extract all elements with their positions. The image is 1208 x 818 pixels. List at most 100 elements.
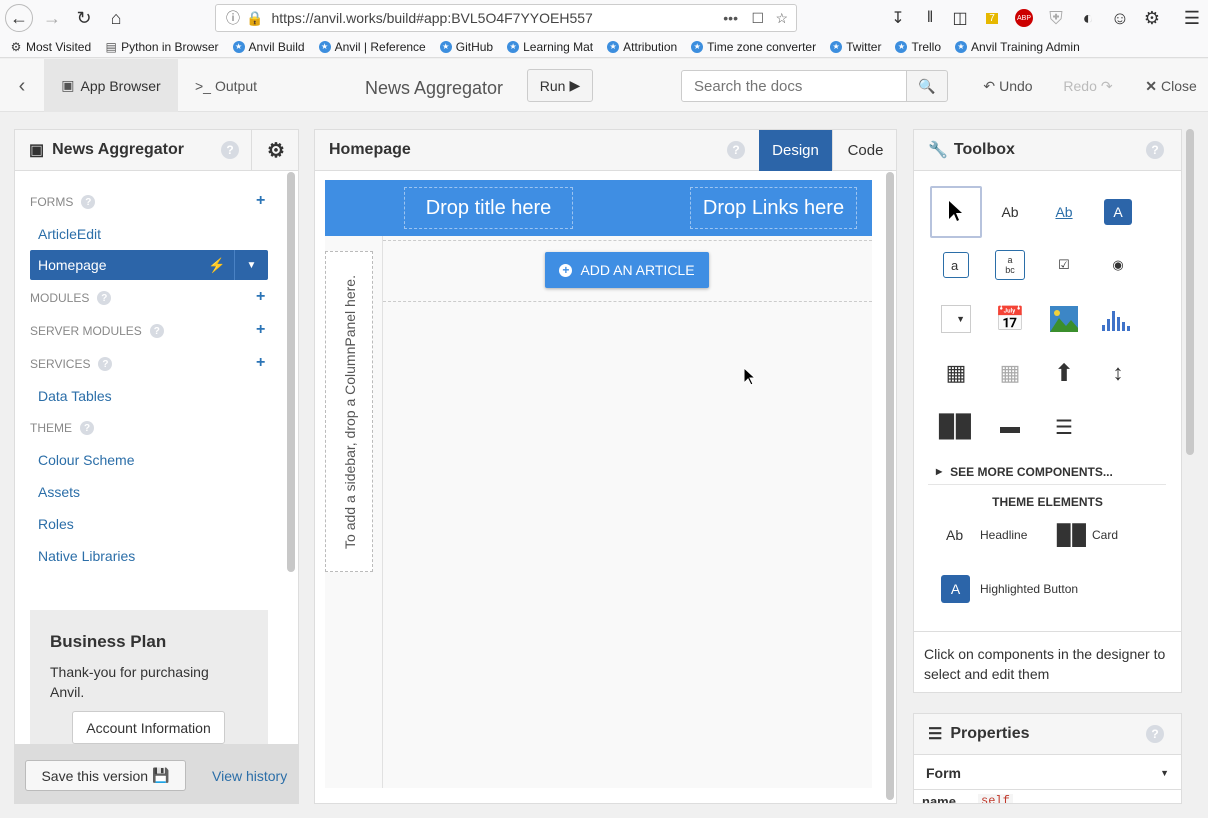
account-icon[interactable]: ☺: [1106, 4, 1134, 32]
help-icon[interactable]: ?: [221, 141, 239, 159]
linear-panel-tool-icon[interactable]: ☰: [1038, 401, 1090, 453]
extension-icon[interactable]: 7: [978, 4, 1006, 32]
theme-item-assets[interactable]: Assets: [38, 484, 80, 500]
sidebar-icon[interactable]: ◫: [946, 4, 974, 32]
bookmark-item[interactable]: ★ Time zone converter: [691, 40, 816, 54]
highlighted-button-tool[interactable]: Highlighted Button: [980, 582, 1078, 596]
pointer-tool-icon[interactable]: [930, 186, 982, 238]
redo-button[interactable]: Redo ↷: [1058, 73, 1118, 99]
more-icon[interactable]: •••: [723, 10, 738, 26]
drop-links-slot[interactable]: Drop Links here: [690, 187, 857, 229]
theme-item-native-libraries[interactable]: Native Libraries: [38, 548, 135, 564]
form-item-articleedit[interactable]: ArticleEdit: [38, 226, 101, 242]
help-icon[interactable]: ?: [97, 291, 112, 305]
bookmark-item[interactable]: ★ Attribution: [607, 40, 677, 54]
tab-design[interactable]: Design: [759, 130, 832, 171]
form-item-homepage[interactable]: Homepage ⚡ ▼: [30, 250, 268, 280]
bookmark-item[interactable]: ★ Anvil | Reference: [318, 39, 426, 54]
reload-icon[interactable]: ↻: [70, 4, 98, 32]
add-service-button[interactable]: +: [256, 354, 265, 372]
add-form-button[interactable]: +: [256, 192, 265, 210]
add-article-button[interactable]: + ADD AN ARTICLE: [545, 252, 709, 288]
app-browser-tab[interactable]: ▣ App Browser: [44, 59, 178, 112]
menu-icon[interactable]: ☰: [1178, 4, 1206, 32]
flow-panel-tool-icon[interactable]: ▬: [984, 401, 1036, 453]
bookmark-item[interactable]: ▤ Python in Browser: [105, 40, 218, 54]
shield-icon[interactable]: ⛨: [1042, 4, 1070, 32]
help-icon[interactable]: ?: [98, 357, 113, 371]
theme-item-roles[interactable]: Roles: [38, 516, 74, 532]
card-tool[interactable]: Card: [1092, 528, 1118, 542]
bookmark-item[interactable]: ★ Trello: [895, 40, 941, 54]
textarea-tool-icon[interactable]: a bc: [984, 239, 1036, 291]
help-icon[interactable]: ?: [149, 324, 164, 338]
bookmark-item[interactable]: ★ GitHub: [439, 40, 493, 54]
account-information-button[interactable]: Account Information: [72, 711, 225, 744]
gear-icon[interactable]: ⚙: [251, 130, 298, 171]
bookmark-item[interactable]: ★ Anvil Training Admin: [955, 40, 1080, 54]
button-tool-icon[interactable]: A: [1092, 186, 1144, 238]
scrollbar[interactable]: [287, 172, 295, 572]
bookmark-item[interactable]: ★ Twitter: [830, 40, 881, 54]
close-button[interactable]: ✕ Close: [1140, 73, 1202, 99]
spacer-tool-icon[interactable]: ↕: [1092, 347, 1144, 399]
back-icon[interactable]: ←: [5, 4, 33, 32]
label-tool-icon[interactable]: Ab: [984, 186, 1036, 238]
services-label: SERVICES: [30, 357, 91, 371]
image-tool-icon[interactable]: [1038, 293, 1090, 345]
datagrid-tool-icon[interactable]: ▦: [930, 347, 982, 399]
radio-tool-icon[interactable]: ◉: [1092, 239, 1144, 291]
checkbox-tool-icon[interactable]: ☑: [1038, 239, 1090, 291]
run-button[interactable]: Run ▶: [527, 69, 593, 102]
theme-item-colour-scheme[interactable]: Colour Scheme: [38, 452, 135, 468]
settings-icon[interactable]: ⚙: [1138, 4, 1166, 32]
caret-down-icon[interactable]: ▼: [234, 250, 268, 280]
calendar-tool-icon[interactable]: 📅: [984, 293, 1036, 345]
privacy-icon[interactable]: ◐: [1074, 4, 1102, 32]
bookmark-item[interactable]: ★ Learning Mat: [507, 40, 593, 54]
undo-button[interactable]: ↶ Undo: [976, 73, 1040, 99]
help-icon[interactable]: ?: [80, 421, 94, 435]
headline-tool[interactable]: Headline: [980, 528, 1027, 542]
help-icon[interactable]: ?: [727, 141, 745, 159]
docs-search-input[interactable]: [681, 70, 907, 102]
help-icon[interactable]: ?: [1146, 725, 1164, 743]
name-property-value[interactable]: self: [978, 794, 1013, 803]
add-server-module-button[interactable]: +: [256, 321, 265, 339]
service-item-data-tables[interactable]: Data Tables: [38, 388, 112, 404]
dropdown-tool-icon[interactable]: ▼: [930, 293, 982, 345]
plot-tool-icon[interactable]: [1092, 293, 1144, 345]
column-panel-tool-icon[interactable]: ▉▉: [930, 401, 982, 453]
bookmark-label: Anvil | Reference: [334, 39, 426, 54]
pocket-icon[interactable]: ☐: [751, 10, 764, 27]
save-version-button[interactable]: Save this version 💾: [25, 760, 186, 791]
url-bar[interactable]: ⓘ 🔒 https://anvil.works/build#app:BVL5O4…: [215, 4, 797, 32]
file-loader-tool-icon[interactable]: ⬆: [1038, 347, 1090, 399]
scrollbar[interactable]: [1186, 129, 1194, 455]
output-tab[interactable]: >_ Output: [186, 73, 266, 99]
drop-title-slot[interactable]: Drop title here: [404, 187, 573, 229]
home-icon[interactable]: ⌂: [102, 4, 130, 32]
bookmark-item[interactable]: ⚙ Most Visited: [10, 40, 92, 54]
bookmark-item[interactable]: ★ Anvil Build: [232, 40, 305, 54]
form-properties-section[interactable]: Form ▼: [914, 756, 1181, 790]
scrollbar[interactable]: [886, 172, 894, 800]
add-module-button[interactable]: +: [256, 288, 265, 306]
adblock-icon[interactable]: ABP: [1010, 4, 1038, 32]
repeating-panel-tool-icon[interactable]: ▦: [984, 347, 1036, 399]
help-icon[interactable]: ?: [81, 195, 96, 209]
back-chevron-icon[interactable]: ‹: [8, 73, 36, 99]
forms-label: FORMS: [30, 195, 74, 209]
library-icon[interactable]: ‖: [916, 4, 944, 32]
tab-code[interactable]: Code: [832, 130, 898, 171]
view-history-link[interactable]: View history: [212, 768, 287, 784]
forward-icon[interactable]: →: [38, 4, 66, 32]
help-icon[interactable]: ?: [1146, 141, 1164, 159]
textbox-tool-icon[interactable]: a: [930, 239, 982, 291]
sidebar-drop-slot[interactable]: To add a sidebar, drop a ColumnPanel her…: [325, 251, 373, 572]
download-icon[interactable]: ↧: [884, 4, 912, 32]
star-icon[interactable]: ☆: [775, 10, 788, 27]
search-icon[interactable]: 🔍: [906, 70, 948, 102]
link-tool-icon[interactable]: Ab: [1038, 186, 1090, 238]
see-more-components-link[interactable]: ▶ SEE MORE COMPONENTS...: [936, 465, 1113, 479]
